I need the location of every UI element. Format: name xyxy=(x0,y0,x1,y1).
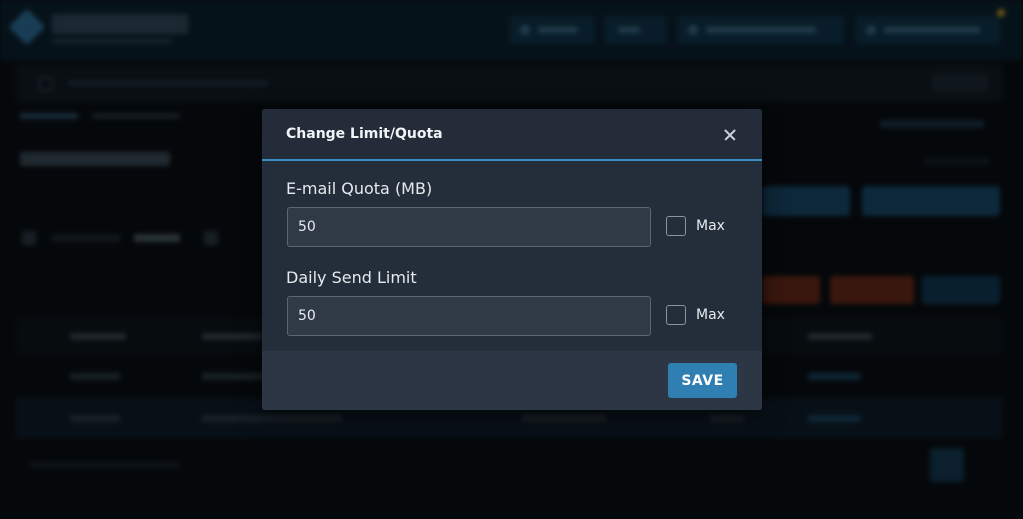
email-quota-max-checkbox[interactable] xyxy=(666,216,686,236)
save-button[interactable]: SAVE xyxy=(668,363,737,398)
email-quota-label: E-mail Quota (MB) xyxy=(286,179,433,198)
daily-send-limit-max-label[interactable]: Max xyxy=(696,307,725,323)
daily-send-limit-label: Daily Send Limit xyxy=(286,268,417,287)
dialog-title: Change Limit/Quota xyxy=(286,126,443,142)
close-icon[interactable] xyxy=(718,123,742,147)
email-quota-input[interactable] xyxy=(287,207,651,247)
email-quota-max-label[interactable]: Max xyxy=(696,218,725,234)
daily-send-limit-max-checkbox[interactable] xyxy=(666,305,686,325)
dialog-footer: SAVE xyxy=(262,351,762,410)
daily-send-limit-input[interactable] xyxy=(287,296,651,336)
change-limit-quota-dialog: Change Limit/Quota E-mail Quota (MB) Max… xyxy=(262,109,762,410)
dialog-header: Change Limit/Quota xyxy=(262,109,762,161)
